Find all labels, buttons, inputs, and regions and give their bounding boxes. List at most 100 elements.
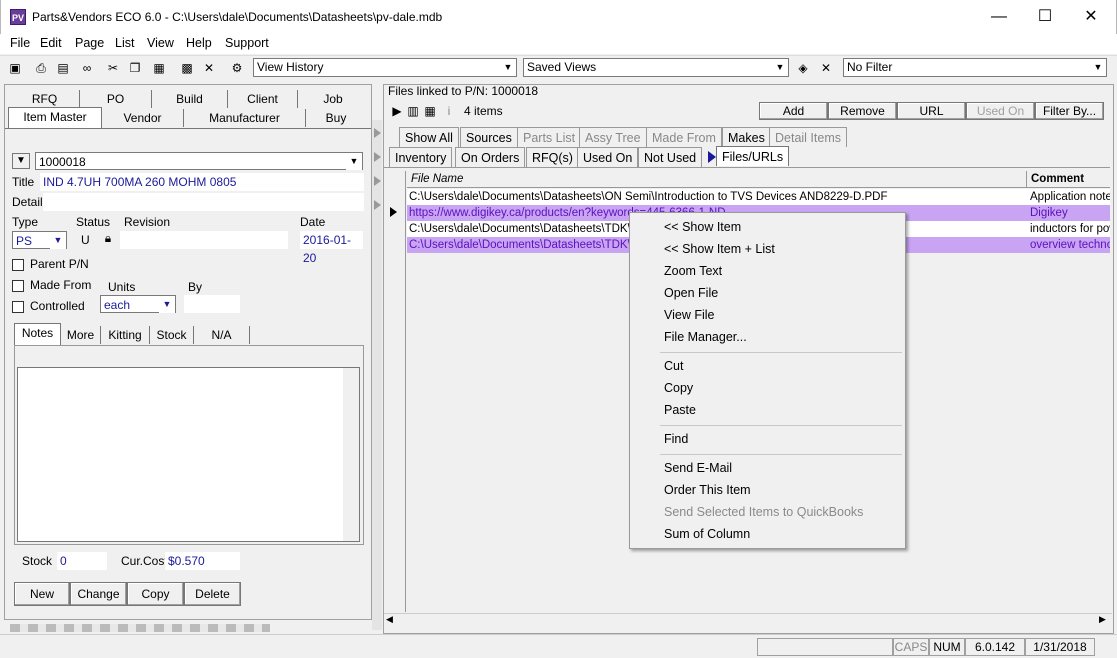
copy-button[interactable]: Copy <box>127 582 184 606</box>
chevron-down-icon[interactable]: ▼ <box>346 153 362 170</box>
eraser-icon[interactable]: ◈ <box>794 59 812 77</box>
tab-assy-tree[interactable]: Assy Tree <box>579 127 647 147</box>
menu-item-send-email[interactable]: Send E-Mail <box>664 457 732 479</box>
menu-file[interactable]: File <box>10 36 30 50</box>
menu-item-order-item[interactable]: Order This Item <box>664 479 751 501</box>
tab-na[interactable]: N/A <box>194 326 250 344</box>
filter-by-button[interactable]: Filter By... <box>1035 102 1104 120</box>
title-field[interactable]: IND 4.7UH 700MA 260 MOHM 0805 <box>40 173 364 191</box>
filter-funnel-icon[interactable]: ▼ <box>12 153 30 169</box>
chevron-down-icon[interactable]: ▼ <box>50 232 66 249</box>
tab-used-on[interactable]: Used On <box>577 147 639 167</box>
chevron-down-icon[interactable]: ▼ <box>159 296 175 313</box>
gear-icon[interactable]: ⚙ <box>228 59 246 77</box>
detail-field[interactable] <box>43 193 364 211</box>
filter-select[interactable]: No Filter ▼ <box>843 58 1107 77</box>
lock-icon[interactable]: 🔒︎ <box>100 231 116 247</box>
url-button[interactable]: URL <box>897 102 966 120</box>
menu-item-file-manager[interactable]: File Manager... <box>664 326 747 348</box>
menu-item-zoom-text[interactable]: Zoom Text <box>664 260 722 282</box>
table-row-comment[interactable]: Application note <box>1027 189 1110 205</box>
tab-made-from[interactable]: Made From <box>646 127 722 147</box>
menu-list[interactable]: List <box>115 36 134 50</box>
tab-vendor[interactable]: Vendor <box>102 109 184 127</box>
parent-pn-checkbox[interactable] <box>12 259 24 271</box>
notes-textarea[interactable] <box>17 367 360 542</box>
by-field[interactable] <box>184 295 240 313</box>
tab-kitting[interactable]: Kitting <box>101 326 150 344</box>
chevron-down-icon[interactable]: ▼ <box>1090 59 1106 76</box>
tab-on-orders[interactable]: On Orders <box>455 147 526 167</box>
menu-view[interactable]: View <box>147 36 174 50</box>
clear-filter-icon[interactable]: ✕ <box>817 59 835 77</box>
tab-build[interactable]: Build <box>152 90 228 108</box>
copy-icon[interactable]: ❐ <box>126 59 144 77</box>
cut-icon[interactable]: ✂ <box>104 59 122 77</box>
list-view-icon[interactable]: ▥ <box>404 103 422 119</box>
tab-sources[interactable]: Sources <box>460 127 518 147</box>
menu-item-view-file[interactable]: View File <box>664 304 714 326</box>
tab-job[interactable]: Job <box>298 90 368 108</box>
controlled-checkbox[interactable] <box>12 301 24 313</box>
made-from-checkbox[interactable] <box>12 280 24 292</box>
tab-detail-items[interactable]: Detail Items <box>769 127 847 147</box>
panel-splitter[interactable] <box>372 120 382 630</box>
tab-buy[interactable]: Buy <box>306 109 366 127</box>
tab-rfq[interactable]: RFQ <box>10 90 80 108</box>
paste-icon[interactable]: ▦ <box>150 59 168 77</box>
column-header-comment[interactable]: Comment <box>1027 171 1110 188</box>
used-on-button[interactable]: Used On <box>966 102 1035 120</box>
tab-stock[interactable]: Stock <box>150 326 194 344</box>
tab-manufacturer[interactable]: Manufacturer <box>184 109 306 127</box>
tab-makes[interactable]: Makes <box>722 127 771 147</box>
splitter-handle[interactable] <box>10 624 270 632</box>
tab-show-all[interactable]: Show All <box>399 127 459 147</box>
tab-parts-list[interactable]: Parts List <box>517 127 582 147</box>
delete-button[interactable]: Delete <box>184 582 241 606</box>
notes-scrollbar[interactable] <box>343 368 359 541</box>
table-row-comment[interactable]: Digikey <box>1027 205 1110 221</box>
chevron-down-icon[interactable]: ▼ <box>500 59 516 76</box>
part-number-select[interactable]: 1000018 ▼ <box>35 152 363 170</box>
tab-rfqs[interactable]: RFQ(s) <box>526 147 579 167</box>
tab-notes[interactable]: Notes <box>14 323 61 345</box>
add-button[interactable]: Add <box>759 102 828 120</box>
menu-item-send-quickbooks[interactable]: Send Selected Items to QuickBooks <box>664 501 863 523</box>
menu-item-cut[interactable]: Cut <box>664 355 683 377</box>
table-row-comment[interactable]: overview techno <box>1027 237 1110 253</box>
tab-inventory[interactable]: Inventory <box>389 147 453 167</box>
menu-edit[interactable]: Edit <box>40 36 62 50</box>
menu-item-sum-column[interactable]: Sum of Column <box>664 523 750 545</box>
menu-item-paste[interactable]: Paste <box>664 399 696 421</box>
pv-app-icon[interactable]: PV <box>10 9 26 25</box>
revision-field[interactable] <box>120 231 288 249</box>
change-button[interactable]: Change <box>70 582 127 606</box>
menu-item-show-item[interactable]: << Show Item <box>664 216 741 238</box>
tab-files-urls[interactable]: Files/URLs <box>716 146 790 166</box>
find-binoculars-icon[interactable]: ∞ <box>78 59 96 77</box>
minimize-icon[interactable]: — <box>976 0 1022 34</box>
info-icon[interactable]: i <box>440 103 458 119</box>
menu-item-show-item-list[interactable]: << Show Item + List <box>664 238 775 260</box>
menu-help[interactable]: Help <box>186 36 212 50</box>
date-field[interactable]: 2016-01-20 <box>300 231 363 265</box>
grid-view-icon[interactable]: ▦ <box>421 103 439 119</box>
menu-item-open-file[interactable]: Open File <box>664 282 718 304</box>
table-row-comment[interactable]: inductors for pow <box>1027 221 1110 237</box>
tab-po[interactable]: PO <box>80 90 152 108</box>
type-select[interactable]: PS ▼ <box>12 231 67 249</box>
save-icon[interactable]: ▣ <box>6 59 24 77</box>
delete-x-icon[interactable]: ✕ <box>200 59 218 77</box>
chevron-down-icon[interactable]: ▼ <box>772 59 788 76</box>
menu-support[interactable]: Support <box>225 36 269 50</box>
remove-button[interactable]: Remove <box>828 102 897 120</box>
units-select[interactable]: each ▼ <box>100 295 176 313</box>
menu-page[interactable]: Page <box>75 36 104 50</box>
close-icon[interactable]: ✕ <box>1068 0 1114 34</box>
scroll-right-icon[interactable]: ▶ <box>1099 614 1106 625</box>
print-preview-icon[interactable]: ▤ <box>54 59 72 77</box>
tab-item-master[interactable]: Item Master <box>8 107 102 129</box>
view-history-select[interactable]: View History ▼ <box>253 58 517 77</box>
new-button[interactable]: New <box>14 582 70 606</box>
tag-icon[interactable]: ▩ <box>178 59 196 77</box>
